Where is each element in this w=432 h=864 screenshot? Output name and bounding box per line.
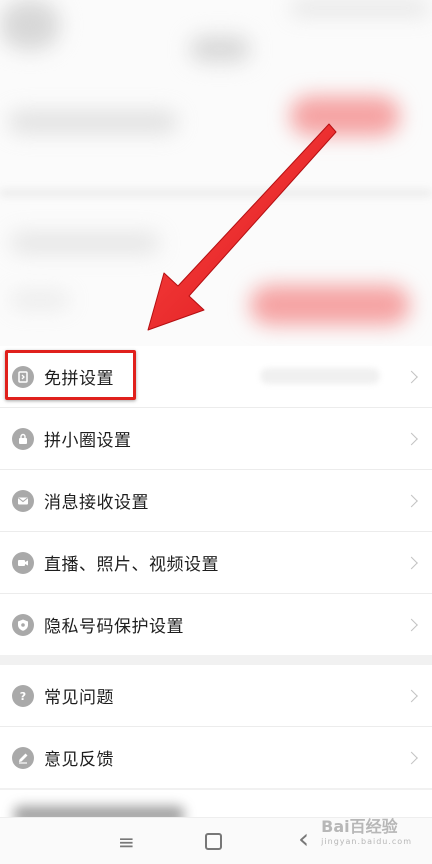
pencil-icon bbox=[12, 746, 34, 769]
settings-item-messages[interactable]: 消息接收设置 bbox=[0, 470, 432, 532]
settings-item-label: 拼小圈设置 bbox=[44, 431, 132, 451]
settings-item-feedback[interactable]: 意见反馈 bbox=[0, 727, 432, 788]
section-separator bbox=[0, 655, 432, 665]
blurred-button bbox=[290, 96, 400, 136]
blurred-block bbox=[290, 0, 430, 16]
blurred-text bbox=[10, 232, 160, 254]
menu-icon[interactable]: ≡ bbox=[118, 830, 135, 854]
chevron-right-icon bbox=[405, 618, 418, 631]
shield-phone-icon bbox=[12, 613, 34, 636]
chevron-right-icon bbox=[405, 432, 418, 445]
lock-icon bbox=[12, 427, 34, 450]
settings-item-label: 常见问题 bbox=[44, 688, 114, 708]
settings-item-media[interactable]: 直播、照片、视频设置 bbox=[0, 532, 432, 594]
settings-item-label: 意见反馈 bbox=[44, 750, 114, 770]
blurred-value bbox=[260, 368, 380, 384]
blurred-header-area bbox=[0, 0, 432, 346]
settings-list: 免拼设置 拼小圈设置 消息接收设置 直播、照片、视频设置 隐私号码保护设置 ? bbox=[0, 346, 432, 798]
blurred-text bbox=[8, 110, 178, 134]
chevron-right-icon bbox=[405, 689, 418, 702]
svg-text:?: ? bbox=[20, 690, 26, 703]
settings-item-label: 直播、照片、视频设置 bbox=[44, 555, 219, 575]
settings-item-label: 隐私号码保护设置 bbox=[44, 617, 184, 637]
mail-icon bbox=[12, 489, 34, 512]
settings-item-faq[interactable]: ? 常见问题 bbox=[0, 665, 432, 727]
blurred-block bbox=[0, 0, 60, 50]
chevron-right-icon bbox=[405, 556, 418, 569]
chevron-right-icon bbox=[405, 370, 418, 383]
blurred-title bbox=[190, 36, 250, 62]
blurred-button bbox=[250, 285, 410, 325]
system-navigation-bar: ≡ ‹ Bai百经验 jingyan.baidu.com bbox=[0, 817, 432, 864]
blurred-text bbox=[10, 290, 70, 310]
watermark-subtext: jingyan.baidu.com bbox=[321, 837, 412, 846]
settings-item-circle[interactable]: 拼小圈设置 bbox=[0, 408, 432, 470]
watermark: Bai百经验 jingyan.baidu.com bbox=[321, 813, 412, 846]
highlight-box bbox=[5, 350, 136, 400]
video-icon bbox=[12, 551, 34, 574]
question-icon: ? bbox=[12, 684, 34, 707]
settings-item-privacy-number[interactable]: 隐私号码保护设置 bbox=[0, 594, 432, 655]
chevron-right-icon bbox=[405, 494, 418, 507]
chevron-right-icon bbox=[405, 751, 418, 764]
settings-item-label: 消息接收设置 bbox=[44, 493, 149, 513]
home-button-icon[interactable] bbox=[205, 833, 222, 850]
blurred-divider bbox=[0, 190, 432, 196]
watermark-text: Bai百经验 bbox=[321, 817, 398, 836]
back-icon[interactable]: ‹ bbox=[298, 822, 309, 855]
